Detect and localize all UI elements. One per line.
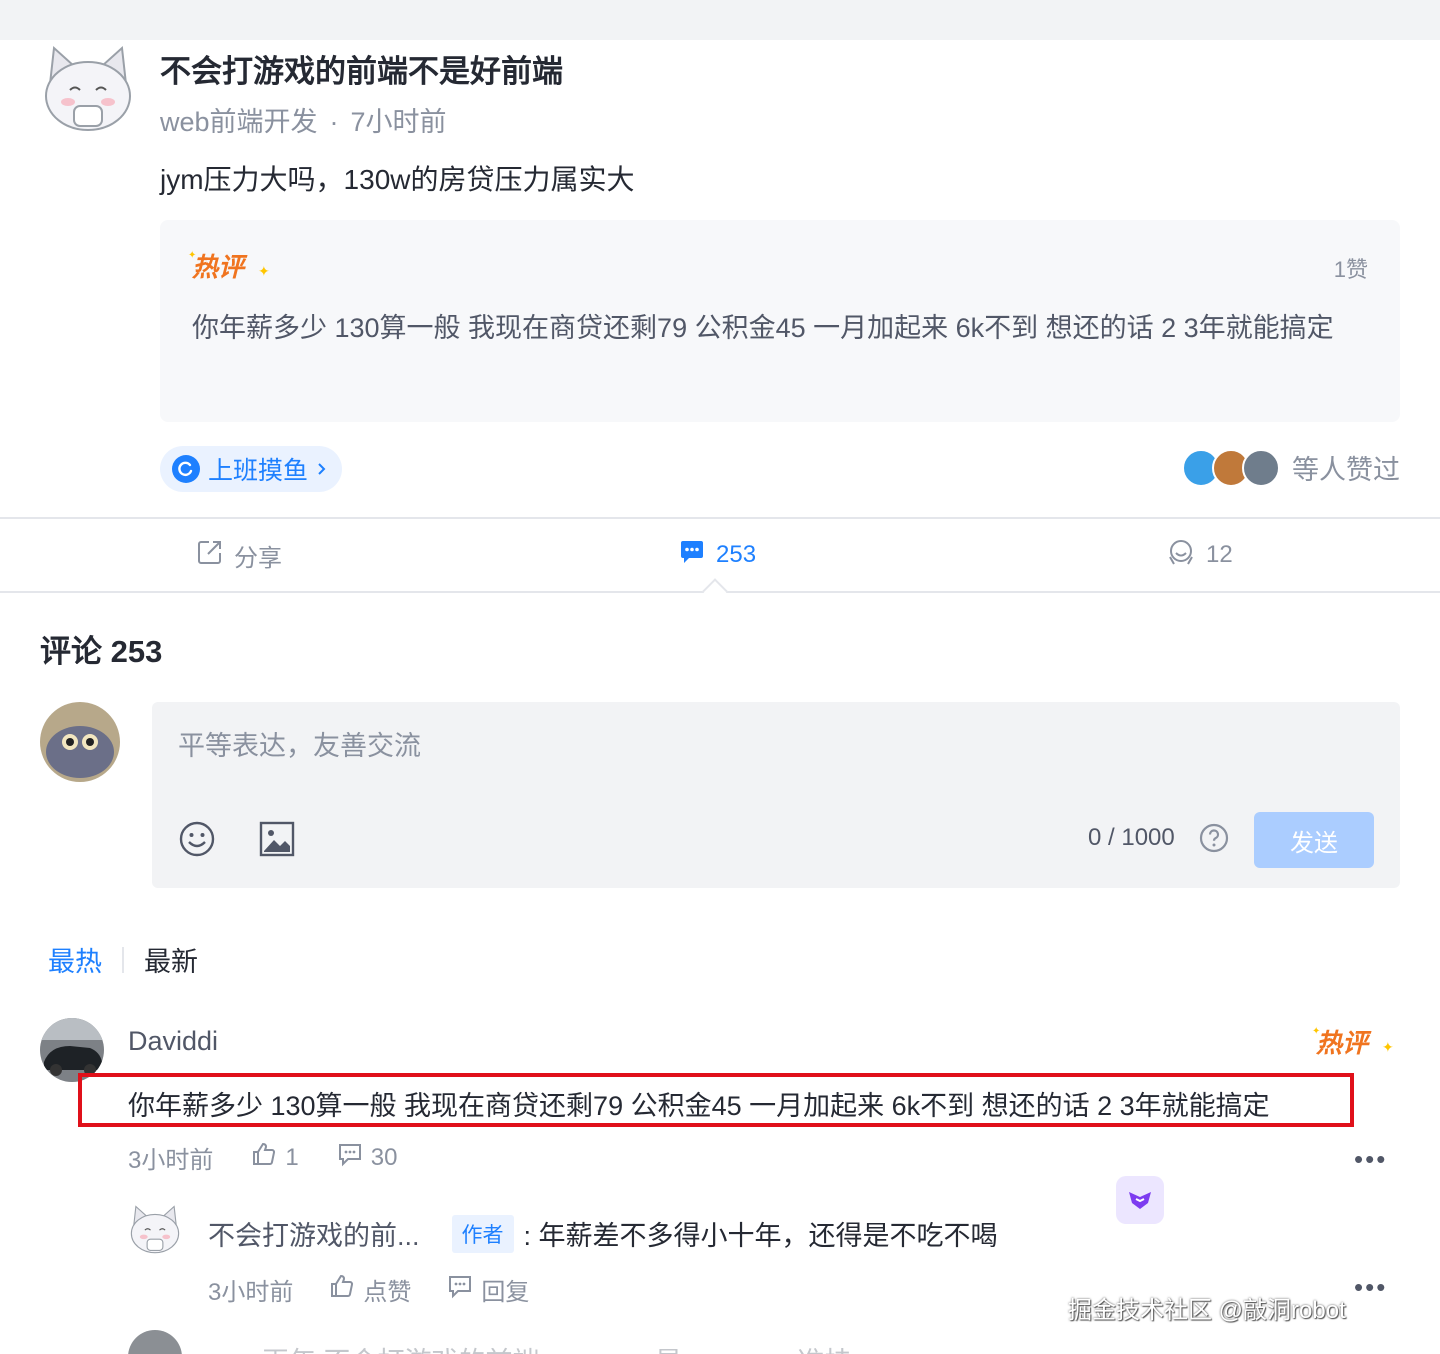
likers-text: 等人赞过 bbox=[1292, 455, 1400, 485]
comment-bubble-icon bbox=[678, 538, 706, 573]
topic-tag[interactable]: 上班摸鱼 bbox=[160, 446, 343, 492]
svg-text:热评: 热评 bbox=[191, 253, 248, 282]
reply-time: 3小时前 bbox=[208, 1279, 294, 1306]
hot-comment-badge-icon: 热评 ✦ ✦ bbox=[188, 250, 270, 282]
current-user-avatar[interactable] bbox=[40, 702, 120, 782]
svg-text:热评: 热评 bbox=[1315, 1029, 1372, 1058]
post-title[interactable]: 不会打游戏的前端不是好前端 bbox=[160, 46, 563, 91]
likers-group[interactable]: 等人赞过 bbox=[1182, 448, 1400, 487]
post-action-bar: 分享 253 12 bbox=[0, 519, 1440, 591]
shortcut-icon bbox=[1129, 1192, 1151, 1209]
thumbs-up-icon bbox=[251, 1141, 277, 1174]
liker-avatar bbox=[1242, 448, 1280, 487]
more-options-icon[interactable]: ••• bbox=[1354, 1272, 1387, 1303]
svg-text:✦: ✦ bbox=[258, 263, 270, 279]
meta-separator: · bbox=[329, 107, 339, 137]
hot-comment-badge-icon: 热评 ✦ ✦ bbox=[1312, 1026, 1394, 1058]
comment-text: 你年薪多少 130算一般 我现在商贷还剩79 公积金45 一月加起来 6k不到 … bbox=[128, 1091, 1270, 1121]
reply-line: 不会打游戏的前... 作者 : 年薪差不多得小十年，还得是不吃不喝 bbox=[208, 1214, 998, 1253]
like-face-icon bbox=[1166, 537, 1196, 574]
top-band bbox=[0, 0, 1440, 40]
comment-meta: 3小时前 1 30 bbox=[128, 1140, 397, 1175]
hot-comment-likes: 1赞 bbox=[1333, 257, 1368, 282]
comment-like-button[interactable]: 1 bbox=[251, 1141, 299, 1174]
topic-label: 上班摸鱼 bbox=[208, 457, 309, 485]
more-options-icon[interactable]: ••• bbox=[1354, 1144, 1387, 1175]
hot-comment-card[interactable]: 热评 ✦ ✦ 1赞 你年薪多少 130算一般 我现在商贷还剩79 公积金45 一… bbox=[160, 220, 1400, 422]
char-count: 0 / 1000 bbox=[1088, 824, 1175, 851]
svg-text:✦: ✦ bbox=[1382, 1039, 1394, 1055]
share-button[interactable]: 分享 bbox=[196, 519, 282, 591]
watermark: 掘金技术社区 @敲洞robot bbox=[1068, 1297, 1346, 1324]
comment-reply-button[interactable]: 30 bbox=[337, 1141, 398, 1174]
comments-title: 评论 253 bbox=[40, 634, 163, 669]
reply-reply-label: 回复 bbox=[481, 1279, 530, 1306]
comment-sort-tabs: 最热 最新 bbox=[48, 940, 198, 979]
send-button[interactable]: 发送 bbox=[1254, 812, 1374, 868]
comment-bubble-icon bbox=[447, 1273, 473, 1306]
floating-shortcut-button[interactable] bbox=[1116, 1176, 1164, 1224]
reply-meta: 3小时前 点赞 回复 bbox=[208, 1272, 529, 1307]
thumbs-up-icon bbox=[329, 1273, 355, 1306]
share-label: 分享 bbox=[234, 544, 282, 572]
post-time: 7小时前 bbox=[350, 107, 447, 137]
comments-count: 253 bbox=[716, 541, 757, 568]
reply-like-button[interactable]: 点赞 bbox=[329, 1272, 411, 1307]
author-badge: 作者 bbox=[451, 1214, 514, 1253]
help-icon[interactable] bbox=[1198, 822, 1230, 854]
comment-time: 3小时前 bbox=[128, 1147, 214, 1174]
hot-comment-text: 你年薪多少 130算一般 我现在商贷还剩79 公积金45 一月加起来 6k不到 … bbox=[192, 313, 1334, 343]
comment-like-count: 1 bbox=[285, 1143, 299, 1171]
post-content: jym压力大吗，130w的房贷压力属实大 bbox=[160, 164, 635, 195]
comment-bubble-icon bbox=[337, 1141, 363, 1174]
next-comment-avatar[interactable] bbox=[128, 1330, 182, 1354]
share-icon bbox=[196, 538, 224, 573]
chevron-right-icon bbox=[316, 455, 328, 484]
comment-author-name[interactable]: Daviddi bbox=[128, 1026, 218, 1057]
reply-reply-button[interactable]: 回复 bbox=[447, 1272, 529, 1307]
image-icon[interactable] bbox=[258, 820, 296, 858]
svg-text:✦: ✦ bbox=[1312, 1026, 1320, 1037]
divider bbox=[122, 946, 124, 973]
reply-like-label: 点赞 bbox=[363, 1279, 412, 1306]
topic-icon bbox=[172, 455, 200, 483]
reply-author-name[interactable]: 不会打游戏的前... bbox=[208, 1214, 420, 1253]
reply-text: : 年薪差不多得小十年，还得是不吃不喝 bbox=[523, 1221, 998, 1251]
svg-text:✦: ✦ bbox=[188, 250, 196, 261]
post-author-avatar[interactable] bbox=[40, 40, 136, 136]
sort-tab-hot[interactable]: 最热 bbox=[48, 940, 102, 979]
comment-input-box: 0 / 1000 发送 bbox=[152, 702, 1400, 888]
emoji-icon[interactable] bbox=[178, 820, 216, 858]
comment-reply-count: 30 bbox=[370, 1143, 398, 1171]
next-comment-preview: ……再年 不会打游戏的前端…… ……是…… ……准挂 bbox=[208, 1340, 852, 1354]
reply-author-avatar[interactable] bbox=[128, 1202, 182, 1256]
likes-count: 12 bbox=[1206, 541, 1233, 568]
like-button[interactable]: 12 bbox=[1166, 519, 1233, 591]
post-meta: web前端开发 · 7小时前 bbox=[160, 100, 447, 139]
comment-input[interactable] bbox=[178, 724, 1368, 784]
sort-tab-new[interactable]: 最新 bbox=[144, 940, 198, 979]
post-circle[interactable]: web前端开发 bbox=[160, 107, 318, 137]
